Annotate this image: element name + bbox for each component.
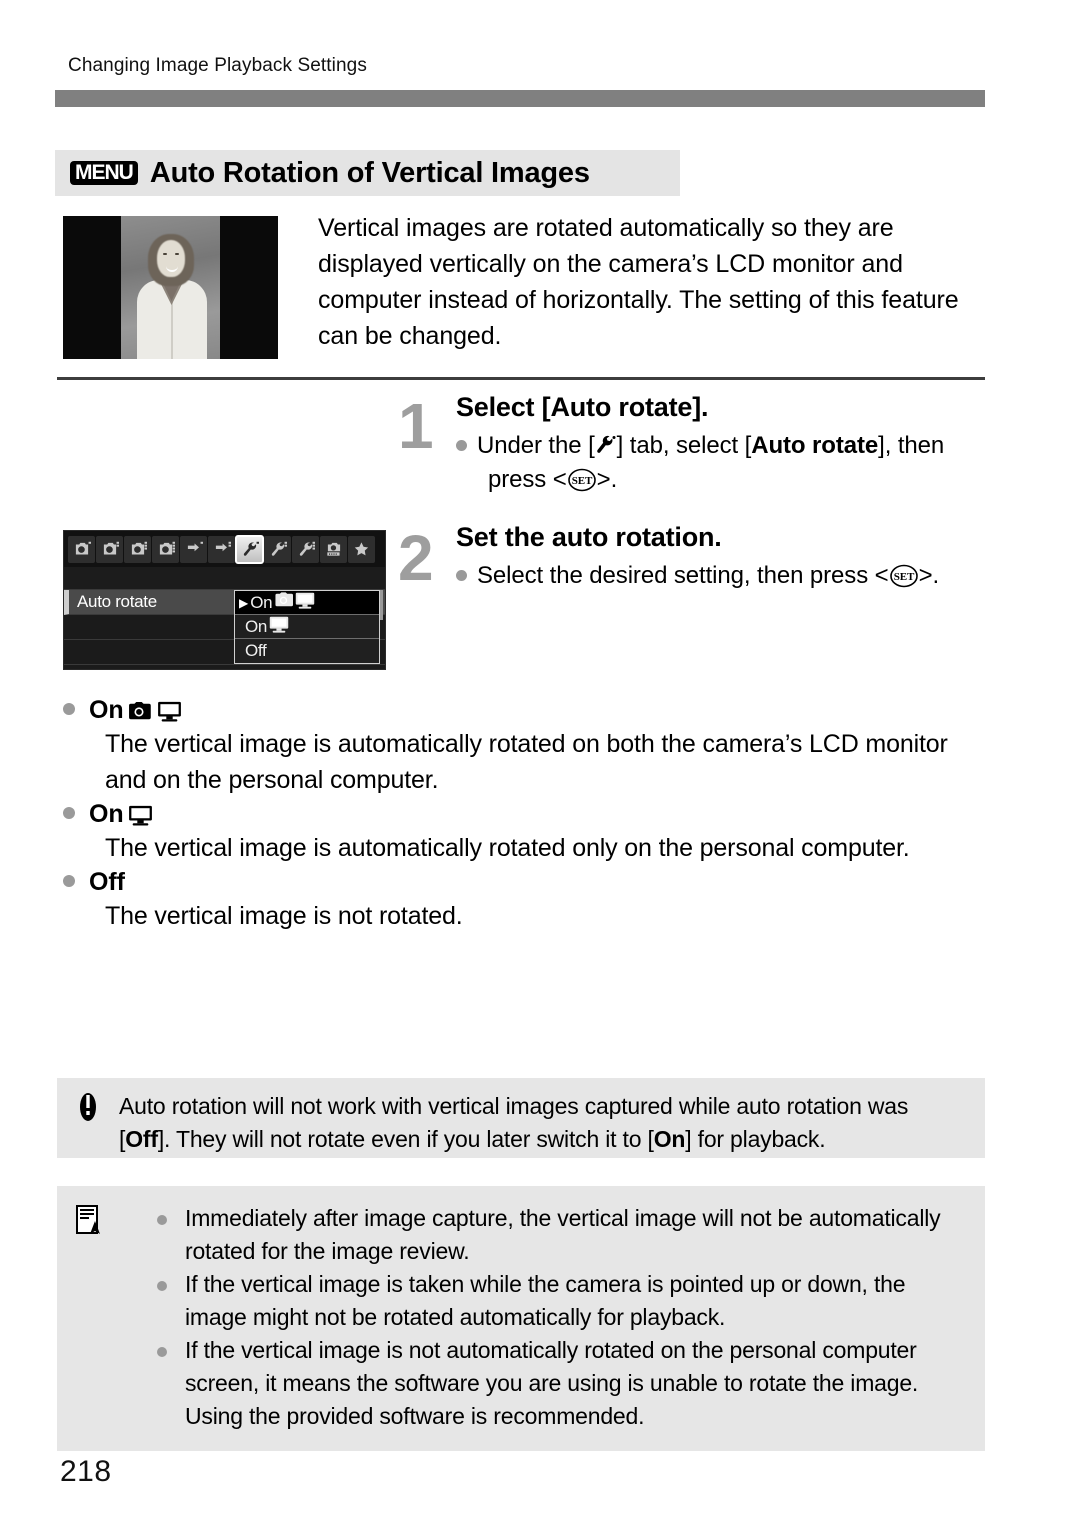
monitor-icon — [269, 616, 289, 638]
note-item-2: If the vertical image is taken while the… — [149, 1268, 963, 1334]
note-text: If the vertical image is taken while the… — [185, 1271, 906, 1330]
step-1-body-mid: ] tab, select [ — [616, 432, 752, 459]
lcd-setup-tab-2[interactable] — [264, 535, 291, 563]
section-divider — [57, 377, 985, 380]
caution-bold-1: Off — [125, 1126, 158, 1152]
lcd-setup-tab-3[interactable] — [292, 535, 319, 563]
step-1: 1 Select [Auto rotate]. Under the [ ] tab… — [398, 392, 988, 497]
step-1-body-pre: Under the [ — [477, 432, 595, 459]
option-definitions-list: On The vertical image is automatically ro… — [63, 694, 988, 934]
option-label: Off — [89, 868, 125, 896]
lcd-playback-tab-2[interactable] — [208, 535, 235, 563]
bullet-dot — [456, 440, 467, 451]
page-number: 218 — [60, 1455, 112, 1488]
step-1-body-bold: Auto rotate — [751, 432, 879, 459]
lcd-shooting-tab-3[interactable] — [124, 535, 151, 563]
setup-wrench-icon — [595, 432, 617, 454]
option-heading-1: On — [63, 696, 988, 725]
svg-text:SET: SET — [893, 571, 914, 583]
bullet-dot — [63, 703, 75, 715]
option-description-3: The vertical image is not rotated. — [105, 902, 463, 930]
bullet-dot — [456, 570, 467, 581]
lcd-row-empty — [64, 665, 385, 669]
portrait-image — [121, 216, 220, 359]
menu-badge-icon: MENU — [70, 161, 138, 185]
lcd-shooting-tab-4[interactable] — [152, 535, 179, 563]
caution-bold-2: On — [653, 1126, 686, 1152]
portrait-eye-left — [163, 253, 167, 255]
lcd-option-2[interactable]: On — [235, 615, 379, 639]
option-heading-2: On — [63, 800, 988, 829]
monitor-icon — [128, 804, 155, 827]
running-header-title: Changing Image Playback Settings — [68, 55, 367, 76]
step-1-title: Select [Auto rotate]. — [456, 392, 709, 422]
bullet-dot — [157, 1281, 167, 1291]
lcd-playback-tab-1[interactable] — [180, 535, 207, 563]
lcd-option-label: On — [250, 592, 273, 612]
bullet-dot — [157, 1347, 167, 1357]
sample-vertical-photo — [63, 216, 278, 359]
step-2-body: Select the desired setting, then press <… — [456, 559, 988, 593]
step-2-body-pre: Select the desired setting, then press < — [477, 562, 889, 589]
intro-paragraph: Vertical images are rotated automaticall… — [318, 214, 959, 350]
note-text: Immediately after image capture, the ver… — [185, 1205, 941, 1264]
step-2: 2 Set the auto rotation. Select the desi… — [398, 522, 988, 593]
option-heading-3: Off — [63, 868, 988, 897]
lcd-option-label: On — [245, 616, 268, 636]
camera-lcd-menu-screenshot: Auto rotate ▶ On On Off — [63, 530, 386, 670]
option-label: On — [89, 696, 124, 724]
camera-icon — [274, 592, 294, 613]
caution-box: Auto rotation will not work with vertica… — [57, 1078, 985, 1158]
note-item-1: Immediately after image capture, the ver… — [149, 1202, 963, 1268]
lcd-option-label: Off — [245, 641, 267, 660]
step-1-body-end: >. — [596, 466, 618, 493]
caution-text: Auto rotation will not work with vertica… — [119, 1090, 965, 1156]
lcd-custom-functions-tab[interactable] — [320, 535, 347, 563]
section-title-text: Auto Rotation of Vertical Images — [149, 156, 590, 189]
set-button-icon: SET — [567, 468, 597, 492]
lcd-shooting-tab-2[interactable] — [96, 535, 123, 563]
selection-arrow-icon: ▶ — [239, 595, 249, 610]
camera-icon — [127, 699, 153, 720]
bullet-dot — [63, 875, 75, 887]
step-1-body: Under the [] tab, select [Auto rotate], … — [456, 429, 988, 497]
caution-text-3: ] for playback. — [685, 1126, 826, 1152]
caution-text-2: ]. They will not rotate even if you late… — [157, 1126, 654, 1152]
portrait-eye-right — [175, 253, 179, 255]
lcd-setup-tab-1[interactable] — [235, 534, 264, 564]
option-description-2: The vertical image is automatically rota… — [105, 834, 910, 862]
lcd-option-3[interactable]: Off — [235, 639, 379, 663]
bullet-dot — [63, 807, 75, 819]
option-description-1: The vertical image is automatically rota… — [105, 730, 948, 794]
note-pad-icon — [75, 1204, 105, 1238]
step-2-number: 2 — [398, 522, 434, 594]
lcd-auto-rotate-dropdown[interactable]: ▶ On On Off — [234, 590, 380, 664]
step-2-title: Set the auto rotation. — [456, 522, 722, 552]
bullet-dot — [157, 1215, 167, 1225]
portrait-placket — [171, 302, 173, 359]
monitor-icon — [157, 700, 184, 723]
step-2-body-end: >. — [918, 562, 940, 589]
lcd-option-1[interactable]: ▶ On — [235, 591, 379, 615]
lcd-shooting-tab-1[interactable] — [68, 535, 95, 563]
note-item-3: If the vertical image is not automatical… — [149, 1334, 963, 1433]
caution-icon — [75, 1092, 101, 1122]
lcd-my-menu-tab[interactable] — [348, 535, 375, 563]
svg-text:SET: SET — [571, 475, 592, 487]
notes-list: Immediately after image capture, the ver… — [149, 1202, 963, 1433]
lcd-tab-subbar — [64, 567, 385, 590]
set-button-icon: SET — [889, 564, 919, 588]
lcd-row-label: Auto rotate — [77, 592, 157, 611]
monitor-icon — [295, 592, 315, 614]
note-text: If the vertical image is not automatical… — [185, 1337, 919, 1429]
section-title: MENU Auto Rotation of Vertical Images — [55, 150, 680, 196]
option-label: On — [89, 800, 124, 828]
step-1-number: 1 — [398, 390, 434, 462]
header-rule — [55, 90, 985, 107]
lcd-tab-bar[interactable] — [64, 531, 385, 567]
manual-page: Changing Image Playback Settings MENU Au… — [0, 0, 1080, 1521]
notes-box: Immediately after image capture, the ver… — [57, 1186, 985, 1451]
